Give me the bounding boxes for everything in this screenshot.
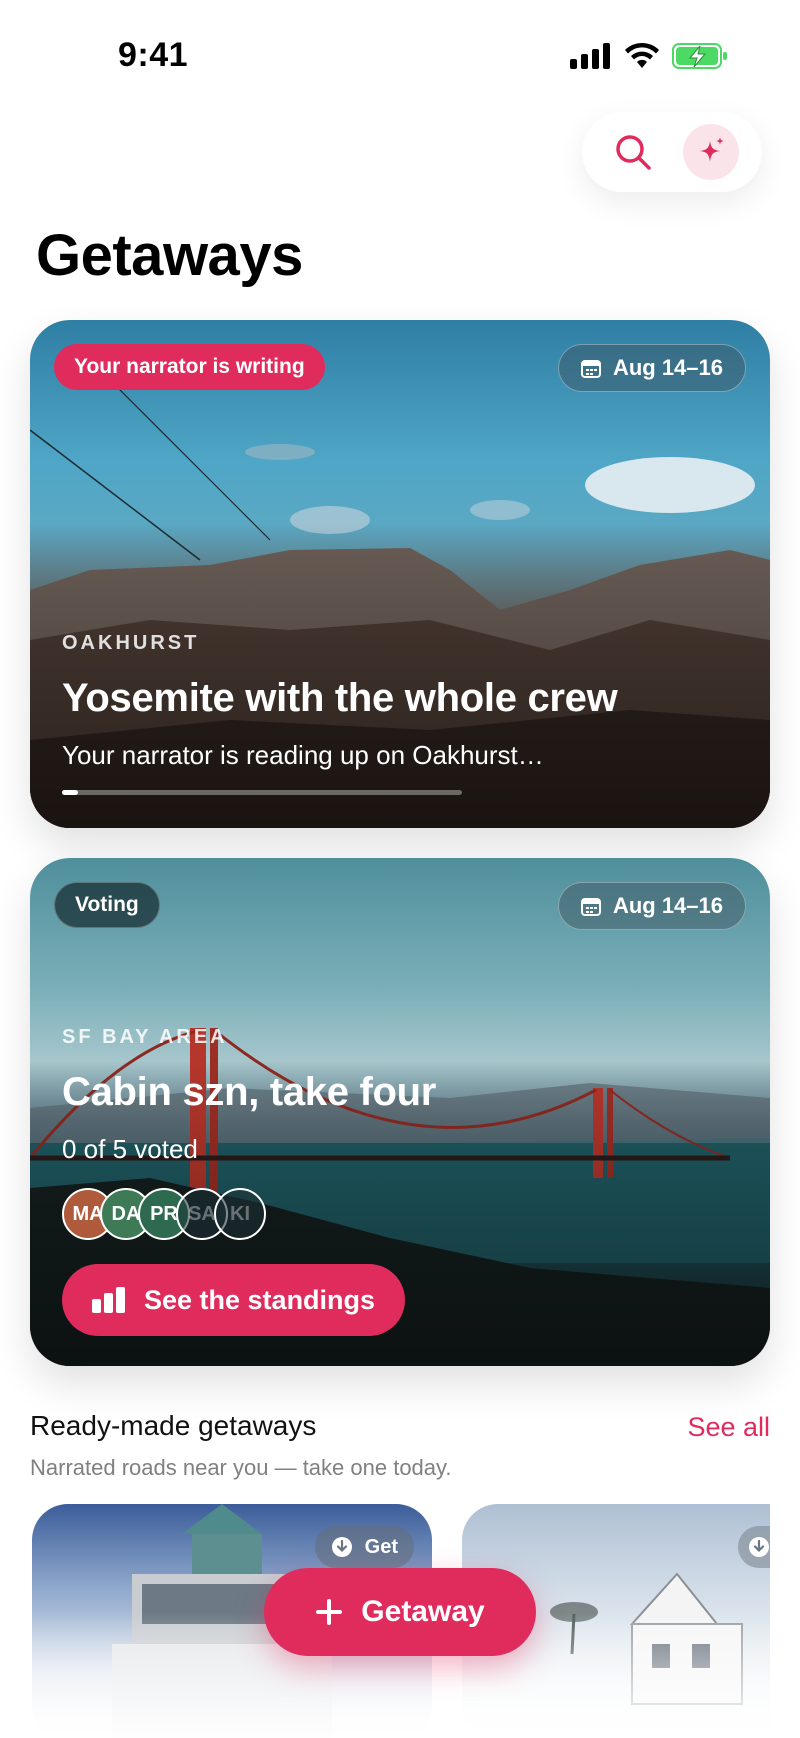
wifi-icon [625, 42, 659, 68]
date-badge: Aug 14–16 [557, 882, 746, 930]
sparkle-icon [700, 137, 724, 162]
status-badge: Your narrator is writing [54, 344, 325, 390]
signal-icon [570, 43, 610, 69]
status-icons [570, 42, 728, 70]
get-label: Get [364, 1535, 398, 1558]
voter-avatars: MA DA PR SA KI [62, 1188, 266, 1240]
status-badge: Voting [54, 882, 160, 928]
search-icon [616, 135, 651, 170]
status-time: 9:41 [118, 36, 189, 74]
search-button[interactable] [605, 124, 661, 180]
page-title: Getaways [36, 223, 303, 288]
getaway-card-yosemite[interactable]: Your narrator is writing Aug 14–16 OAKHU… [30, 320, 770, 828]
card-location: OAKHURST [62, 632, 200, 654]
download-icon [749, 1537, 769, 1557]
new-getaway-button[interactable]: Getaway [264, 1568, 536, 1656]
top-action-bar [582, 112, 762, 192]
card-location: SF BAY AREA [62, 1026, 228, 1048]
vote-count: 0 of 5 voted [62, 1134, 198, 1164]
getaway-card-cabin[interactable]: Voting Aug 14–16 SF BAY AREA Cabin szn, … [30, 858, 770, 1366]
see-standings-button[interactable]: See the standings [62, 1264, 406, 1336]
section-subtitle: Narrated roads near you — take one today… [30, 1455, 452, 1480]
date-text: Aug 14–16 [612, 355, 723, 380]
bar-chart-icon [92, 1287, 125, 1313]
status-bar: 9:41 [0, 0, 800, 110]
battery-charging-icon [672, 43, 727, 69]
calendar-icon [580, 360, 601, 378]
ai-sparkle-button[interactable] [683, 124, 739, 180]
date-text: Aug 14–16 [612, 893, 723, 918]
card-title: Cabin szn, take four [62, 1070, 437, 1114]
new-getaway-label: Getaway [361, 1595, 485, 1628]
section-title: Ready-made getaways [30, 1410, 317, 1441]
download-icon [331, 1537, 352, 1557]
progress-fill [62, 790, 78, 795]
card-title: Yosemite with the whole crew [62, 676, 618, 720]
calendar-icon [580, 898, 601, 916]
narration-progress-bar [62, 790, 462, 795]
card-subtitle: Your narrator is reading up on Oakhurst… [62, 740, 544, 770]
avatar: KI [214, 1188, 266, 1240]
get-button[interactable]: Get [314, 1526, 414, 1568]
date-badge: Aug 14–16 [557, 344, 746, 392]
see-all-link[interactable]: See all [687, 1412, 770, 1443]
plus-icon [316, 1599, 343, 1625]
see-standings-label: See the standings [144, 1284, 376, 1315]
